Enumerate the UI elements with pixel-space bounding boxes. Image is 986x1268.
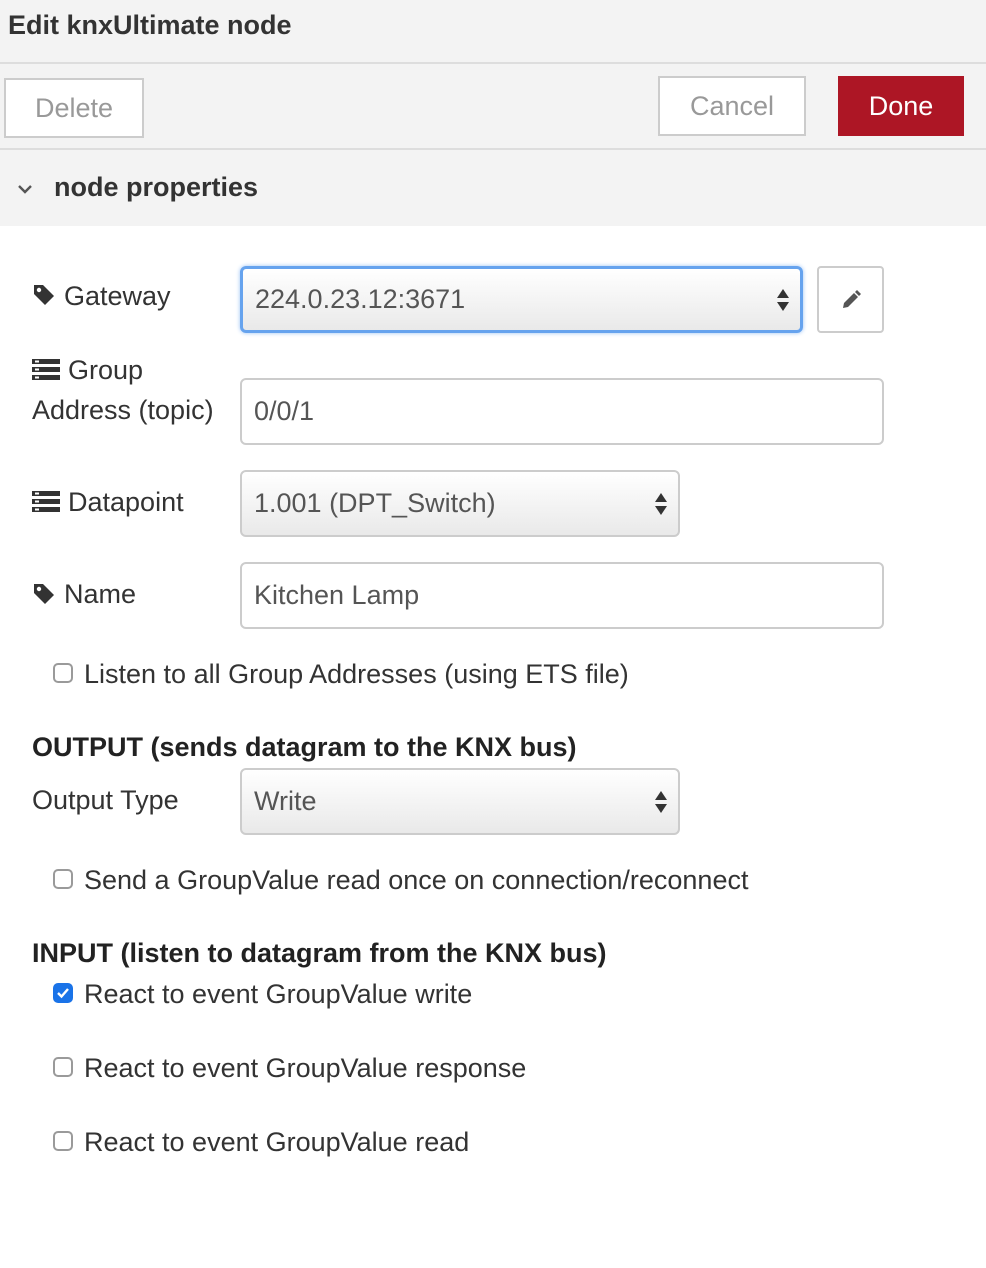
react-response-label: React to event GroupValue response bbox=[84, 1053, 527, 1083]
group-address-input[interactable]: 0/0/1 bbox=[240, 378, 884, 445]
checkmark-icon bbox=[57, 988, 69, 999]
tag-icon bbox=[34, 285, 54, 305]
react-write-checkbox[interactable] bbox=[53, 983, 73, 1003]
datapoint-label: Datapoint bbox=[68, 487, 184, 517]
datapoint-value: 1.001 (DPT_Switch) bbox=[254, 488, 496, 518]
output-type-select[interactable]: Write bbox=[240, 768, 680, 835]
output-type-value: Write bbox=[254, 786, 317, 816]
tag-icon bbox=[34, 584, 54, 604]
input-heading: INPUT (listen to datagram from the KNX b… bbox=[32, 938, 607, 968]
react-read-checkbox[interactable] bbox=[53, 1131, 73, 1151]
read-on-connect-label: Send a GroupValue read once on connectio… bbox=[84, 865, 749, 895]
select-arrows-icon bbox=[655, 790, 667, 813]
listen-all-checkbox[interactable] bbox=[53, 663, 73, 683]
group-address-label-line2: Address (topic) bbox=[32, 395, 214, 425]
output-type-label: Output Type bbox=[32, 785, 179, 815]
select-arrows-icon bbox=[655, 492, 667, 515]
listen-all-label: Listen to all Group Addresses (using ETS… bbox=[84, 659, 629, 689]
pencil-icon bbox=[842, 289, 861, 308]
select-arrows-icon bbox=[777, 288, 789, 311]
chevron-down-icon[interactable] bbox=[14, 178, 36, 200]
section-title: node properties bbox=[54, 172, 259, 202]
dialog-title: Edit knxUltimate node bbox=[8, 10, 292, 40]
gateway-select[interactable]: 224.0.23.12:3671 bbox=[240, 266, 803, 333]
name-input[interactable]: Kitchen Lamp bbox=[240, 562, 884, 629]
datapoint-select[interactable]: 1.001 (DPT_Switch) bbox=[240, 470, 680, 537]
output-heading: OUTPUT (sends datagram to the KNX bus) bbox=[32, 732, 577, 762]
gateway-value: 224.0.23.12:3671 bbox=[255, 284, 466, 314]
group-address-label-line1: Group bbox=[68, 355, 144, 385]
react-response-checkbox[interactable] bbox=[53, 1057, 73, 1077]
read-on-connect-checkbox[interactable] bbox=[53, 869, 73, 889]
delete-button[interactable]: Delete bbox=[4, 78, 144, 138]
react-read-label: React to event GroupValue read bbox=[84, 1127, 470, 1157]
cancel-button[interactable]: Cancel bbox=[658, 76, 806, 136]
gateway-label: Gateway bbox=[64, 281, 171, 311]
list-icon bbox=[32, 359, 60, 380]
edit-gateway-button[interactable] bbox=[817, 266, 884, 333]
react-write-label: React to event GroupValue write bbox=[84, 979, 473, 1009]
done-button[interactable]: Done bbox=[838, 76, 964, 136]
name-label: Name bbox=[64, 579, 137, 609]
list-icon bbox=[32, 491, 60, 512]
